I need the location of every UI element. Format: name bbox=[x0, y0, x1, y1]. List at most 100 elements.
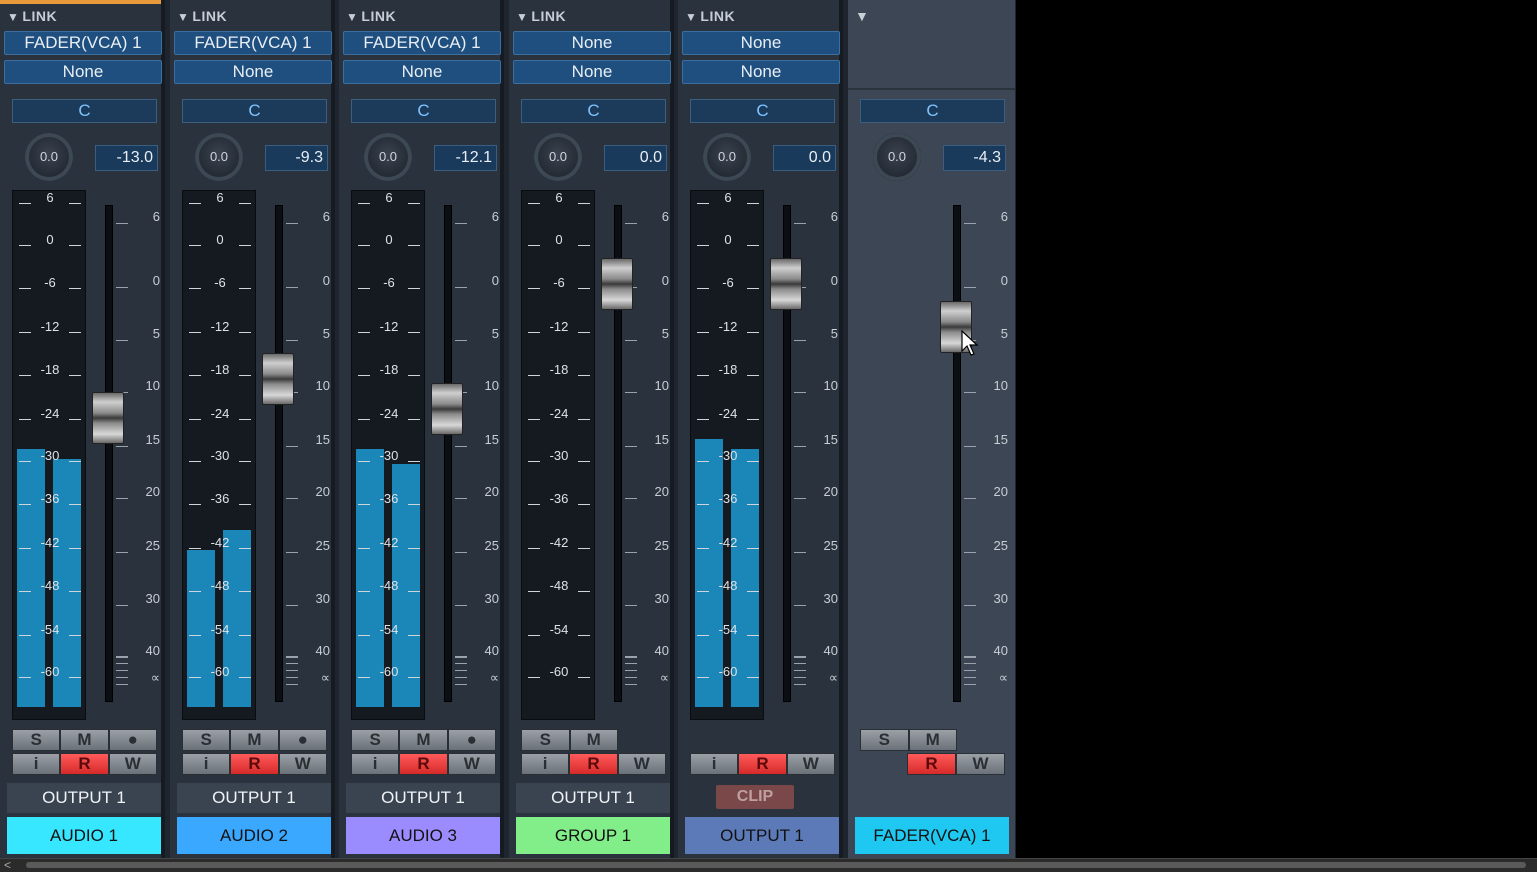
meter-scale-label: -36 bbox=[691, 492, 765, 506]
record-arm-button[interactable]: ● bbox=[447, 729, 496, 751]
automation-read-button[interactable]: R bbox=[230, 753, 279, 775]
automation-read-button[interactable]: R bbox=[399, 753, 448, 775]
vca-assign-select[interactable]: FADER(VCA) 1 bbox=[174, 31, 332, 55]
vca-assign-select[interactable]: FADER(VCA) 1 bbox=[4, 31, 162, 55]
mute-button[interactable]: M bbox=[399, 729, 448, 751]
automation-write-button[interactable]: W bbox=[447, 753, 496, 775]
meter-scale-label: -12 bbox=[13, 320, 87, 334]
pan-field[interactable]: C bbox=[182, 99, 327, 123]
horizontal-scrollbar[interactable]: < bbox=[0, 858, 1537, 872]
meter-scale-label: -24 bbox=[352, 407, 426, 421]
meter-scale-label: 6 bbox=[13, 191, 87, 205]
channel-strip: ▼ LINK FADER(VCA) 1 None C 0.0 -12.1 6 0 -6 -12 -18… bbox=[339, 0, 504, 858]
pan-field[interactable]: C bbox=[521, 99, 666, 123]
channel-name[interactable]: FADER(VCA) 1 bbox=[855, 817, 1009, 854]
automation-write-button[interactable]: W bbox=[786, 753, 835, 775]
fader-cap[interactable] bbox=[262, 352, 294, 405]
meter-scale-label: -18 bbox=[691, 363, 765, 377]
output-select[interactable]: OUTPUT 1 bbox=[516, 783, 670, 813]
input-monitor-button[interactable]: i bbox=[521, 753, 570, 775]
solo-button[interactable]: S bbox=[182, 729, 231, 751]
output-select[interactable]: OUTPUT 1 bbox=[346, 783, 500, 813]
mute-button[interactable]: M bbox=[908, 729, 957, 751]
channel-name[interactable]: GROUP 1 bbox=[516, 817, 670, 854]
channel-name[interactable]: AUDIO 1 bbox=[7, 817, 161, 854]
meter-scale-label: -12 bbox=[183, 320, 257, 334]
input-monitor-button[interactable]: i bbox=[351, 753, 400, 775]
volume-field[interactable]: -12.1 bbox=[434, 145, 497, 171]
vca-assign-select[interactable]: FADER(VCA) 1 bbox=[343, 31, 501, 55]
pan-field[interactable]: C bbox=[690, 99, 835, 123]
input-monitor-button[interactable]: i bbox=[182, 753, 231, 775]
meter-scale-label: -24 bbox=[522, 407, 596, 421]
volume-field[interactable]: 0.0 bbox=[773, 145, 836, 171]
channel-strip: ▼ LINK FADER(VCA) 1 None C 0.0 -9.3 6 0 -6 -12 -18 -… bbox=[170, 0, 335, 858]
solo-button[interactable]: S bbox=[860, 729, 909, 751]
pan-field[interactable]: C bbox=[860, 99, 1005, 123]
pan-knob[interactable]: 0.0 bbox=[25, 133, 73, 181]
channel-name[interactable]: AUDIO 3 bbox=[346, 817, 500, 854]
volume-field[interactable]: -13.0 bbox=[95, 145, 158, 171]
pan-knob-value: 0.0 bbox=[39, 149, 59, 164]
fader-cap[interactable] bbox=[431, 382, 463, 435]
fader-cap[interactable] bbox=[92, 392, 124, 445]
scroll-thumb[interactable] bbox=[26, 862, 1526, 868]
fader-cap[interactable] bbox=[770, 258, 802, 310]
fader-scale-label: 20 bbox=[453, 485, 499, 499]
mute-button[interactable]: M bbox=[60, 729, 109, 751]
link-toggle[interactable]: ▼ LINK bbox=[516, 8, 566, 24]
vca-assign-select-2[interactable]: None bbox=[4, 60, 162, 84]
link-toggle[interactable]: ▼ LINK bbox=[346, 8, 396, 24]
fader-scale-label: 15 bbox=[453, 433, 499, 447]
vca-assign-select-2[interactable]: None bbox=[682, 60, 840, 84]
automation-write-button[interactable]: W bbox=[956, 753, 1005, 775]
scroll-left-icon[interactable]: < bbox=[4, 858, 11, 872]
vca-assign-select-2[interactable]: None bbox=[513, 60, 671, 84]
automation-read-button[interactable]: R bbox=[738, 753, 787, 775]
automation-read-button[interactable]: R bbox=[60, 753, 109, 775]
fader-scale-ticks bbox=[455, 656, 467, 686]
automation-write-button[interactable]: W bbox=[108, 753, 157, 775]
link-label: LINK bbox=[361, 8, 397, 24]
clip-indicator[interactable]: CLIP bbox=[716, 785, 794, 809]
volume-field[interactable]: -9.3 bbox=[265, 145, 328, 171]
channel-name[interactable]: OUTPUT 1 bbox=[685, 817, 839, 854]
solo-button[interactable]: S bbox=[351, 729, 400, 751]
record-arm-button[interactable]: ● bbox=[278, 729, 327, 751]
vca-assign-select[interactable]: None bbox=[513, 31, 671, 55]
input-monitor-button[interactable]: i bbox=[690, 753, 739, 775]
link-label: LINK bbox=[531, 8, 567, 24]
link-toggle[interactable]: ▼ LINK bbox=[685, 8, 735, 24]
link-toggle[interactable]: ▼ LINK bbox=[177, 8, 227, 24]
fader-cap[interactable] bbox=[601, 258, 633, 310]
link-toggle[interactable]: ▼ LINK bbox=[7, 8, 57, 24]
vca-assign-select-2[interactable]: None bbox=[343, 60, 501, 84]
automation-read-button[interactable]: R bbox=[569, 753, 618, 775]
volume-field[interactable]: 0.0 bbox=[604, 145, 667, 171]
pan-field[interactable]: C bbox=[351, 99, 496, 123]
pan-knob[interactable]: 0.0 bbox=[534, 133, 582, 181]
vca-assign-select-2[interactable]: None bbox=[174, 60, 332, 84]
mute-button[interactable]: M bbox=[230, 729, 279, 751]
solo-button[interactable]: S bbox=[12, 729, 61, 751]
pan-knob[interactable]: 0.0 bbox=[195, 133, 243, 181]
meter-scale-label: -60 bbox=[352, 665, 426, 679]
input-monitor-button[interactable]: i bbox=[12, 753, 61, 775]
mute-button[interactable]: M bbox=[569, 729, 618, 751]
output-select[interactable]: OUTPUT 1 bbox=[177, 783, 331, 813]
pan-knob[interactable]: 0.0 bbox=[703, 133, 751, 181]
output-select[interactable]: OUTPUT 1 bbox=[7, 783, 161, 813]
automation-write-button[interactable]: W bbox=[617, 753, 666, 775]
record-arm-button[interactable]: ● bbox=[108, 729, 157, 751]
pan-knob[interactable]: 0.0 bbox=[873, 133, 921, 181]
expand-arrow-icon[interactable]: ▼ bbox=[855, 8, 869, 24]
automation-write-button[interactable]: W bbox=[278, 753, 327, 775]
automation-read-button[interactable]: R bbox=[907, 753, 956, 775]
pan-knob[interactable]: 0.0 bbox=[364, 133, 412, 181]
pan-field[interactable]: C bbox=[12, 99, 157, 123]
solo-button[interactable]: S bbox=[521, 729, 570, 751]
channel-name[interactable]: AUDIO 2 bbox=[177, 817, 331, 854]
volume-field[interactable]: -4.3 bbox=[943, 145, 1006, 171]
vca-assign-select[interactable]: None bbox=[682, 31, 840, 55]
